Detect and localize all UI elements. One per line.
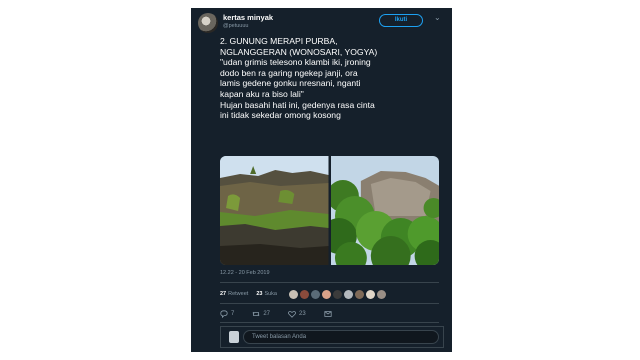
likers-avatars — [288, 289, 388, 299]
message-button[interactable] — [324, 310, 335, 318]
retweet-button[interactable]: 27 — [252, 310, 270, 318]
liker-avatar[interactable] — [354, 289, 364, 299]
divider — [220, 282, 439, 283]
photo-forest-cliff[interactable] — [330, 156, 439, 265]
like-stat[interactable]: 23 Suka — [256, 291, 277, 297]
reply-input[interactable]: Tweet balasan Anda — [243, 330, 439, 344]
engagement-stats: 27 Retweet 23 Suka — [220, 288, 388, 300]
tweet-card: kertas minyak @petuuuu Ikuti ⌄ 2. GUNUNG… — [191, 8, 452, 352]
envelope-icon — [324, 311, 332, 317]
reply-composer: Tweet balasan Anda — [220, 326, 444, 348]
tweet-text: 2. GUNUNG MERAPI PURBA, NGLANGGERAN (WON… — [220, 36, 445, 121]
liker-avatar[interactable] — [299, 289, 309, 299]
tweet-text-line: NGLANGGERAN (WONOSARI, YOGYA) — [220, 46, 378, 57]
action-bar: 7 27 23 — [220, 309, 353, 319]
liker-avatar[interactable] — [321, 289, 331, 299]
tweet-text-line: Hujan basahi hati ini, gedenya rasa cint… — [220, 99, 375, 110]
tweet-timestamp[interactable]: 12.22 - 20 Feb 2019 — [220, 270, 270, 276]
user-avatar — [229, 331, 239, 343]
tweet-text-line: lamis gedene gonku nresnani, nganti — [220, 78, 361, 89]
like-count: 23 — [256, 291, 263, 297]
retweet-count: 27 — [220, 291, 227, 297]
tweet-text-line: ini tidak sekedar omong kosong — [220, 110, 341, 121]
liker-avatar[interactable] — [376, 289, 386, 299]
heart-icon — [288, 311, 296, 318]
liker-avatar[interactable] — [310, 289, 320, 299]
liker-avatar[interactable] — [365, 289, 375, 299]
tweet-text-line: dodo ben ra garing ngekep janji, ora — [220, 67, 358, 78]
like-stat-label: Suka — [264, 291, 277, 297]
liker-avatar[interactable] — [332, 289, 342, 299]
like-action-count: 23 — [299, 311, 306, 317]
follow-button[interactable]: Ikuti — [379, 14, 423, 27]
retweet-stat[interactable]: 27 Retweet — [220, 291, 248, 297]
tweet-text-line: "udan grimis telesono klambi iki, jronin… — [220, 57, 371, 68]
reply-icon — [220, 310, 228, 318]
reply-button[interactable]: 7 — [220, 310, 234, 318]
divider — [220, 303, 439, 304]
author-name[interactable]: kertas minyak — [223, 13, 273, 22]
tweet-text-line: kapan aku ra biso lali" — [220, 88, 304, 99]
retweet-icon — [252, 311, 260, 317]
like-button[interactable]: 23 — [288, 310, 306, 318]
tweet-text-line: 2. GUNUNG MERAPI PURBA, — [220, 36, 338, 46]
chevron-down-icon[interactable]: ⌄ — [434, 13, 441, 22]
author-avatar[interactable] — [198, 13, 218, 33]
liker-avatar[interactable] — [343, 289, 353, 299]
liker-avatar[interactable] — [288, 289, 298, 299]
reply-count: 7 — [231, 311, 235, 317]
retweet-stat-label: Retweet — [228, 291, 249, 297]
divider — [220, 322, 439, 323]
tweet-header: kertas minyak @petuuuu Ikuti ⌄ — [191, 8, 452, 34]
author-handle[interactable]: @petuuuu — [223, 23, 248, 29]
retweet-action-count: 27 — [263, 311, 271, 317]
photo-grid — [220, 156, 439, 265]
photo-rock-cliff[interactable] — [220, 156, 329, 265]
